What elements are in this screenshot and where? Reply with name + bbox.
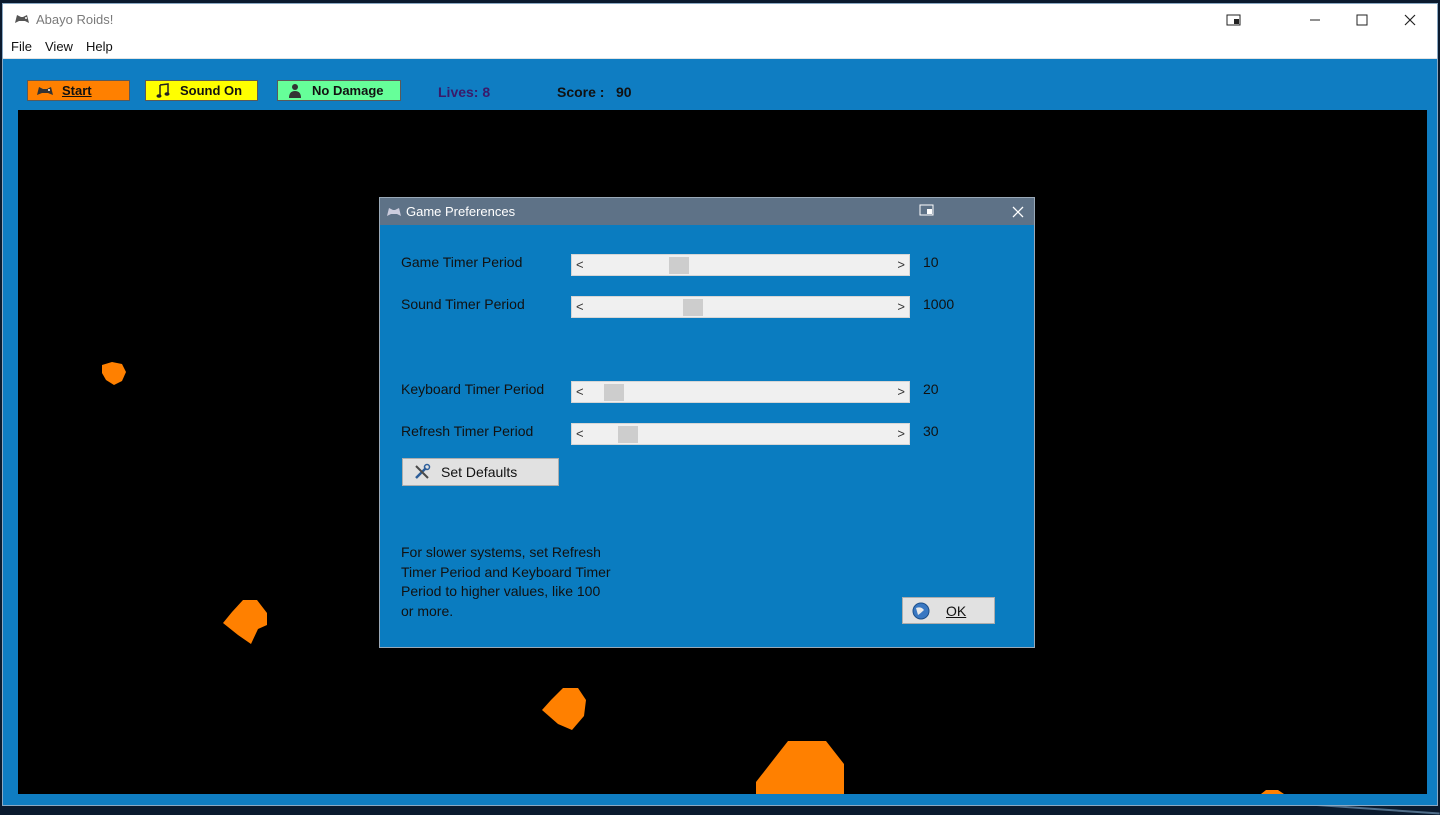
keyboard-timer-label: Keyboard Timer Period [401,381,545,397]
dialog-title-bar: Game Preferences [380,198,1034,225]
performance-hint: For slower systems, set Refresh Timer Pe… [401,544,611,619]
maximize-icon [1356,14,1368,26]
dialog-pip-button[interactable] [919,204,935,222]
refresh-timer-scrollbar[interactable]: < > [571,423,910,445]
asteroid [756,741,844,794]
tools-icon [413,463,431,481]
scroll-thumb[interactable] [604,384,624,401]
close-icon [1012,206,1024,218]
music-note-icon [154,82,172,99]
keyboard-timer-scrollbar[interactable]: < > [571,381,910,403]
gamepad-icon [15,15,29,23]
scroll-thumb[interactable] [618,426,638,443]
scroll-right-icon[interactable]: > [897,299,905,314]
title-bar: Abayo Roids! [3,4,1437,36]
globe-icon [912,602,930,620]
maximize-button[interactable] [1339,4,1385,36]
refresh-timer-label: Refresh Timer Period [401,423,534,439]
asteroid [1261,790,1284,794]
dialog-title: Game Preferences [406,204,516,219]
scroll-thumb[interactable] [683,299,703,316]
asteroid [223,600,267,644]
keyboard-timer-value: 20 [923,381,939,397]
start-label: Start [62,83,92,98]
picture-in-picture-icon [1226,14,1241,26]
menu-file[interactable]: File [11,39,32,54]
scroll-right-icon[interactable]: > [897,384,905,399]
set-defaults-button[interactable]: Set Defaults [402,458,559,486]
score-label: Score : [557,84,605,100]
lives-counter: Lives: 8 [438,84,491,100]
scroll-left-icon[interactable]: < [576,299,584,314]
dialog-close-button[interactable] [1012,205,1024,223]
start-button[interactable]: Start [27,80,130,101]
minimize-button[interactable] [1292,4,1338,36]
window-title: Abayo Roids! [36,12,114,27]
minimize-icon [1310,19,1320,21]
scroll-left-icon[interactable]: < [576,426,584,441]
scroll-left-icon[interactable]: < [576,384,584,399]
picture-in-picture-icon [919,204,934,216]
scroll-thumb[interactable] [669,257,689,274]
ok-button[interactable]: OK [902,597,995,624]
game-timer-scrollbar[interactable]: < > [571,254,910,276]
close-icon [1404,14,1416,26]
no-damage-button[interactable]: No Damage [277,80,401,101]
sound-label: Sound On [180,83,243,98]
menu-bar: File View Help [3,36,1437,59]
gamepad-icon [387,208,401,216]
game-preferences-dialog: Game Preferences Game Timer Period < > 1… [379,197,1035,648]
sound-timer-label: Sound Timer Period [401,296,525,312]
scroll-left-icon[interactable]: < [576,257,584,272]
set-defaults-label: Set Defaults [441,464,518,480]
no-damage-label: No Damage [312,83,384,98]
person-icon [286,83,304,99]
compact-overlay-button[interactable] [1211,4,1257,36]
gamepad-icon [36,83,54,99]
scroll-right-icon[interactable]: > [897,257,905,272]
menu-view[interactable]: View [45,39,73,54]
ok-label: OK [946,602,967,619]
sound-timer-scrollbar[interactable]: < > [571,296,910,318]
score-value: 90 [616,84,632,100]
asteroid [542,688,586,730]
game-timer-value: 10 [923,254,939,270]
menu-help[interactable]: Help [86,39,113,54]
close-button[interactable] [1387,4,1433,36]
asteroid [102,362,126,385]
refresh-timer-value: 30 [923,423,939,439]
scroll-right-icon[interactable]: > [897,426,905,441]
sound-toggle-button[interactable]: Sound On [145,80,258,101]
sound-timer-value: 1000 [923,296,955,312]
game-timer-label: Game Timer Period [401,254,523,270]
